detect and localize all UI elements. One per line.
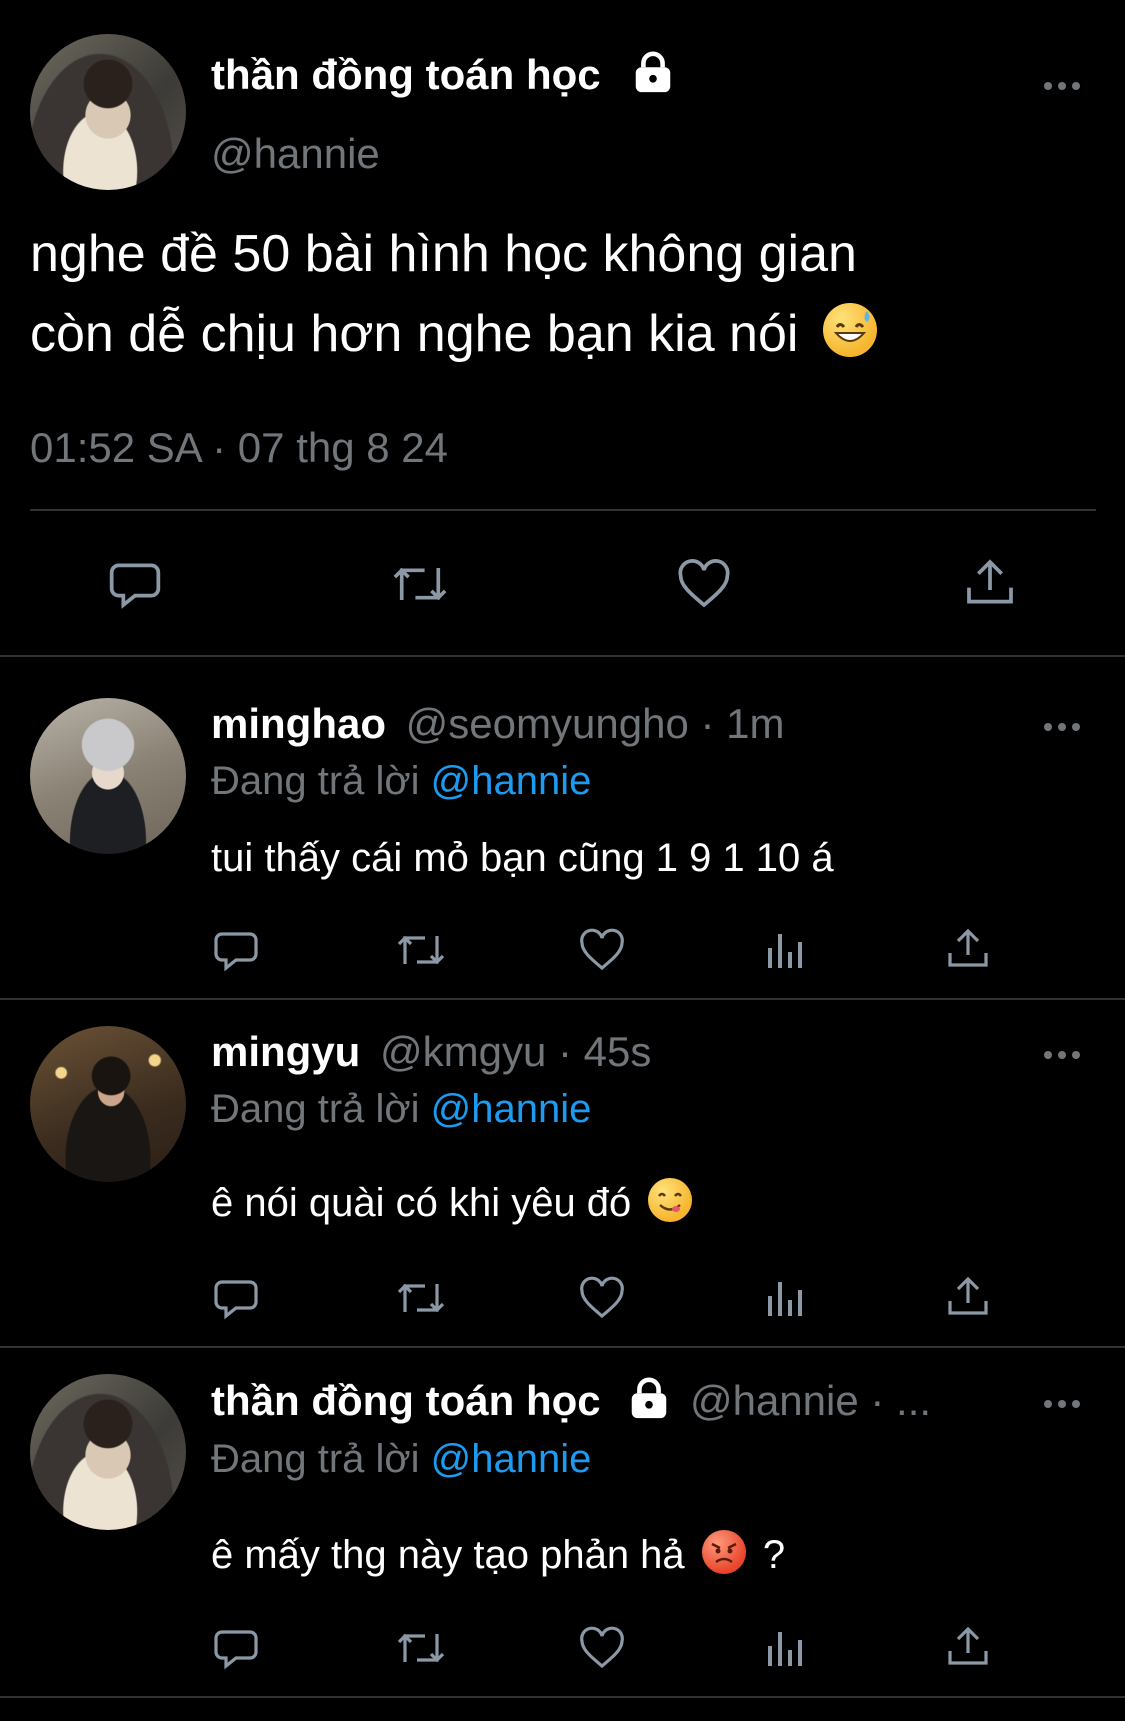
more-icon[interactable] (1044, 1397, 1084, 1411)
divider (0, 998, 1125, 1000)
handle[interactable]: @hannie (690, 1377, 859, 1424)
share-icon[interactable] (944, 1272, 992, 1322)
reply-text-wrap: ê nói quài có khi yêu đó (211, 1178, 693, 1226)
reply-header: thần đồng toán học @hannie · ... (211, 1376, 931, 1432)
mention-link[interactable]: @hannie (431, 1087, 592, 1131)
divider (0, 1696, 1125, 1698)
divider (0, 1346, 1125, 1348)
retweet-icon[interactable] (393, 1624, 449, 1672)
reply-icon[interactable] (212, 1624, 260, 1672)
reply-icon[interactable] (212, 926, 260, 974)
replying-to: Đang trả lời @hannie (211, 1437, 591, 1482)
avatar[interactable] (30, 1374, 186, 1530)
reply-text: tui thấy cái mỏ bạn cũng 1 9 1 10 á (211, 836, 834, 880)
reply-time: · ... (870, 1377, 932, 1425)
reply-icon[interactable] (107, 556, 163, 612)
mention-link[interactable]: @hannie (431, 1437, 592, 1481)
share-icon[interactable] (944, 1622, 992, 1672)
lock-icon (630, 50, 676, 106)
angry-face-emoji-icon (701, 1530, 746, 1574)
tweet-text-line2: còn dễ chịu hơn nghe bạn kia nói (30, 305, 799, 363)
reply-header: minghao @seomyungho · 1m (211, 700, 784, 748)
display-name[interactable]: mingyu (211, 1028, 360, 1075)
reply-time: · 45s (558, 1028, 652, 1075)
display-name[interactable]: thần đồng toán học (211, 1377, 601, 1424)
retweet-icon[interactable] (393, 926, 449, 974)
avatar[interactable] (30, 698, 186, 854)
views-icon[interactable] (762, 1274, 810, 1322)
replying-label: Đang trả lời (211, 759, 420, 803)
views-icon[interactable] (762, 926, 810, 974)
reply-icon[interactable] (212, 1274, 260, 1322)
handle[interactable]: @kmgyu (380, 1028, 546, 1075)
mention-link[interactable]: @hannie (431, 759, 592, 803)
more-icon[interactable] (1044, 79, 1084, 93)
avatar[interactable] (30, 34, 186, 190)
display-name: thần đồng toán học (211, 51, 601, 99)
reply-header: mingyu @kmgyu · 45s (211, 1028, 651, 1076)
handle[interactable]: @seomyungho (406, 700, 689, 747)
reply-time: · 1m (700, 700, 785, 747)
yum-face-emoji-icon (648, 1178, 693, 1222)
tweet-text-line1: nghe đề 50 bài hình học không gian (30, 225, 857, 283)
replying-label: Đang trả lời (211, 1437, 420, 1481)
tweet-text-line2-wrap: còn dễ chịu hơn nghe bạn kia nói (30, 294, 877, 374)
main-handle[interactable]: @hannie (211, 130, 380, 178)
more-icon[interactable] (1044, 720, 1084, 734)
share-icon[interactable] (944, 924, 992, 974)
more-icon[interactable] (1044, 1048, 1084, 1062)
tweet-timestamp[interactable]: 01:52 SA · 07 thg 8 24 (30, 424, 448, 472)
like-icon[interactable] (578, 926, 626, 974)
main-author[interactable]: thần đồng toán học (211, 50, 676, 106)
reply-text: ê nói quài có khi yêu đó (211, 1181, 632, 1225)
lock-icon (626, 1376, 672, 1432)
retweet-icon[interactable] (388, 556, 452, 612)
display-name[interactable]: minghao (211, 700, 386, 747)
divider (0, 655, 1125, 657)
replying-to: Đang trả lời @hannie (211, 1087, 591, 1132)
like-icon[interactable] (578, 1274, 626, 1322)
grinning-sweat-emoji-icon (822, 303, 877, 357)
reply-text-wrap: ê mấy thg này tạo phản hả ? (211, 1530, 785, 1578)
share-icon[interactable] (962, 554, 1018, 612)
views-icon[interactable] (762, 1624, 810, 1672)
replying-to: Đang trả lời @hannie (211, 759, 591, 804)
reply-text-suffix: ? (762, 1533, 786, 1577)
reply-text: ê mấy thg này tạo phản hả (211, 1533, 685, 1577)
avatar[interactable] (30, 1026, 186, 1182)
retweet-icon[interactable] (393, 1274, 449, 1322)
replying-label: Đang trả lời (211, 1087, 420, 1131)
like-icon[interactable] (676, 556, 732, 612)
divider (30, 509, 1096, 511)
like-icon[interactable] (578, 1624, 626, 1672)
